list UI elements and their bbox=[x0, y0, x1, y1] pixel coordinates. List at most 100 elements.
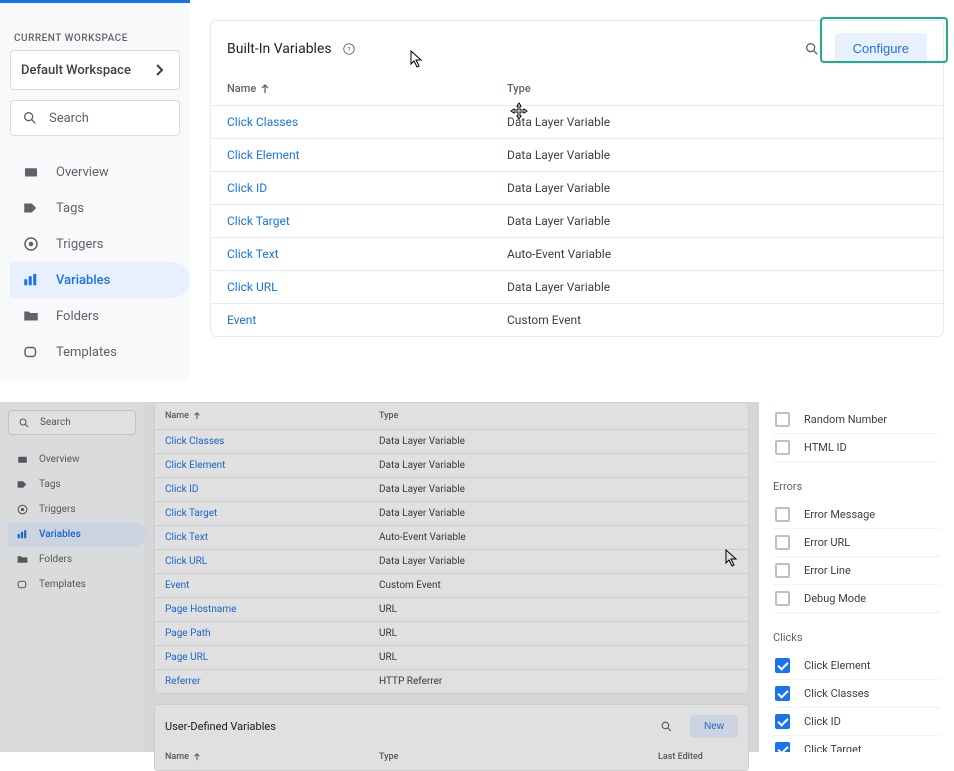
variable-name-link[interactable]: Click ID bbox=[165, 484, 198, 495]
nav-label: Tags bbox=[56, 201, 84, 216]
variable-name-link[interactable]: Click ID bbox=[227, 181, 267, 195]
table-row[interactable]: Click TextAuto-Event Variable bbox=[211, 237, 943, 270]
table-row[interactable]: Click IDData Layer Variable bbox=[211, 171, 943, 204]
nav-folders[interactable]: Folders bbox=[10, 298, 190, 334]
config-item[interactable]: Error Message bbox=[773, 501, 940, 529]
workspace-label: CURRENT WORKSPACE bbox=[14, 33, 180, 44]
configure-panel: Random NumberHTML ID Errors Error Messag… bbox=[759, 402, 954, 752]
table-row[interactable]: Click Classes Data Layer Variable bbox=[211, 105, 943, 138]
table-row[interactable]: Page URL URL bbox=[155, 645, 748, 669]
variable-type: Data Layer Variable bbox=[507, 115, 927, 129]
workspace-selector[interactable]: Default Workspace bbox=[10, 50, 180, 90]
config-item[interactable]: Error Line bbox=[773, 557, 940, 585]
checkbox[interactable] bbox=[775, 686, 790, 701]
table-row[interactable]: Click ElementData Layer Variable bbox=[155, 453, 748, 477]
checkbox[interactable] bbox=[775, 714, 790, 729]
nav-triggers[interactable]: Triggers bbox=[10, 226, 190, 262]
nav-variables[interactable]: Variables bbox=[8, 522, 146, 547]
variable-name-link[interactable]: Event bbox=[165, 580, 189, 591]
checkbox[interactable] bbox=[775, 507, 790, 522]
table-row[interactable]: Click ClassesData Layer Variable bbox=[155, 429, 748, 453]
nav-triggers[interactable]: Triggers bbox=[8, 497, 146, 522]
table-row[interactable]: Event Custom Event bbox=[211, 303, 943, 336]
table-row[interactable]: Click IDData Layer Variable bbox=[155, 477, 748, 501]
config-item[interactable]: Debug Mode bbox=[773, 585, 940, 613]
config-item[interactable]: Click Classes bbox=[773, 680, 940, 708]
variable-type: URL bbox=[379, 652, 738, 663]
table-row[interactable]: Click TextAuto-Event Variable bbox=[155, 525, 748, 549]
variable-name-link[interactable]: Click Element bbox=[227, 148, 300, 162]
new-button[interactable]: New bbox=[690, 715, 738, 738]
nav-list: Overview Tags Triggers Variables Folders… bbox=[10, 154, 180, 370]
variable-type: Data Layer Variable bbox=[507, 280, 927, 294]
config-item[interactable]: Random Number bbox=[773, 406, 940, 434]
table-row[interactable]: EventCustom Event bbox=[155, 573, 748, 597]
checkbox[interactable] bbox=[775, 440, 790, 455]
checkbox[interactable] bbox=[775, 563, 790, 578]
nav-tags[interactable]: Tags bbox=[8, 472, 146, 497]
variables-icon bbox=[22, 271, 40, 289]
table-row[interactable]: Click Element Data Layer Variable bbox=[211, 138, 943, 171]
variable-type: Custom Event bbox=[507, 313, 927, 327]
nav-variables[interactable]: Variables bbox=[10, 262, 190, 298]
cursor-pointer-icon bbox=[410, 50, 424, 68]
nav-tags[interactable]: Tags bbox=[10, 190, 190, 226]
nav-folders[interactable]: Folders bbox=[8, 547, 146, 572]
variable-name-link[interactable]: Page Hostname bbox=[165, 604, 236, 615]
config-item[interactable]: Click Target bbox=[773, 736, 940, 752]
variables-icon bbox=[16, 528, 29, 541]
table-row[interactable]: Click TargetData Layer Variable bbox=[155, 501, 748, 525]
overview-icon bbox=[22, 163, 40, 181]
config-item[interactable]: Click Element bbox=[773, 652, 940, 680]
config-item[interactable]: Click ID bbox=[773, 708, 940, 736]
chevron-right-icon bbox=[151, 61, 169, 79]
table-row[interactable]: Page HostnameURL bbox=[155, 597, 748, 621]
col-type-header[interactable]: Type bbox=[379, 411, 738, 421]
nav-templates[interactable]: Templates bbox=[8, 572, 146, 597]
table-row[interactable]: Page PathURL bbox=[155, 621, 748, 645]
table-row[interactable]: Click URL Data Layer Variable bbox=[211, 270, 943, 303]
variable-name-link[interactable]: Click Target bbox=[227, 214, 290, 228]
col-type-header[interactable]: Type bbox=[379, 752, 658, 762]
search-icon[interactable] bbox=[658, 718, 676, 736]
checkbox[interactable] bbox=[775, 658, 790, 673]
checkbox[interactable] bbox=[775, 591, 790, 606]
help-icon[interactable]: ? bbox=[340, 40, 358, 58]
variable-name-link[interactable]: Click URL bbox=[227, 280, 278, 294]
col-name-header[interactable]: Name bbox=[227, 82, 507, 95]
checkbox[interactable] bbox=[775, 535, 790, 550]
configure-button[interactable]: Configure bbox=[835, 33, 927, 64]
variable-type: Data Layer Variable bbox=[507, 148, 927, 162]
table-row[interactable]: Click URLData Layer Variable bbox=[155, 549, 748, 573]
table-row[interactable]: Referrer HTTP Referrer bbox=[155, 669, 748, 693]
variable-name-link[interactable]: Click Text bbox=[227, 247, 279, 261]
variable-name-link[interactable]: Click Classes bbox=[227, 115, 298, 129]
nav-overview[interactable]: Overview bbox=[8, 447, 146, 472]
variable-name-link[interactable]: Click Target bbox=[165, 508, 217, 519]
col-name-header[interactable]: Name bbox=[165, 411, 379, 421]
variable-type: HTTP Referrer bbox=[379, 676, 738, 687]
search-icon[interactable] bbox=[803, 40, 821, 58]
col-edited-header[interactable]: Last Edited bbox=[658, 752, 738, 762]
variable-name-link[interactable]: Page URL bbox=[165, 652, 208, 663]
variable-name-link[interactable]: Click Element bbox=[165, 460, 225, 471]
checkbox[interactable] bbox=[775, 742, 790, 752]
col-name-header[interactable]: Name bbox=[165, 752, 379, 762]
col-type-header[interactable]: Type bbox=[507, 82, 927, 95]
variable-name-link[interactable]: Referrer bbox=[165, 676, 201, 687]
config-item[interactable]: HTML ID bbox=[773, 434, 940, 462]
config-item[interactable]: Error URL bbox=[773, 529, 940, 557]
search-input[interactable]: Search bbox=[8, 410, 136, 435]
nav-templates[interactable]: Templates bbox=[10, 334, 190, 370]
nav-overview[interactable]: Overview bbox=[10, 154, 190, 190]
variable-name-link[interactable]: Click Classes bbox=[165, 436, 224, 447]
variable-name-link[interactable]: Event bbox=[227, 313, 256, 327]
variable-name-link[interactable]: Click Text bbox=[165, 532, 208, 543]
table-row[interactable]: Click TargetData Layer Variable bbox=[211, 204, 943, 237]
trigger-icon bbox=[22, 235, 40, 253]
search-input[interactable]: Search bbox=[10, 100, 180, 136]
variable-name-link[interactable]: Click URL bbox=[165, 556, 207, 567]
checkbox[interactable] bbox=[775, 412, 790, 427]
variable-name-link[interactable]: Page Path bbox=[165, 628, 211, 639]
clicks-group-title: Clicks bbox=[773, 631, 940, 644]
